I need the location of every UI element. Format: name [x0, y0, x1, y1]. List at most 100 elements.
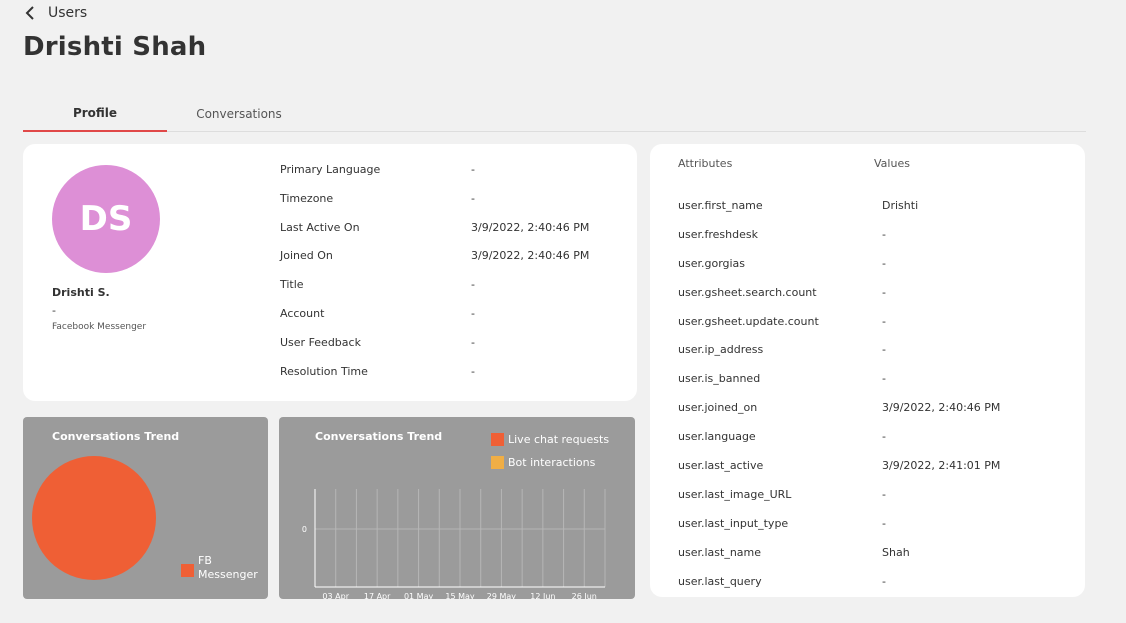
attribute-row: user.last_query - [678, 575, 1078, 597]
profile-subtitle: - [52, 304, 56, 317]
attribute-row: user.is_banned - [678, 372, 1078, 401]
attribute-key: user.gsheet.update.count [678, 314, 819, 328]
chevron-left-icon [25, 6, 34, 20]
profile-name: Drishti S. [52, 286, 110, 299]
profile-field-row: Resolution Time - [280, 365, 620, 394]
attribute-key: user.gsheet.search.count [678, 285, 817, 299]
attribute-key: user.last_name [678, 545, 762, 559]
attribute-row: user.freshdesk - [678, 228, 1078, 257]
attribute-value: - [882, 516, 886, 530]
attribute-row: user.last_input_type - [678, 517, 1078, 546]
profile-field-row: Timezone - [280, 192, 620, 221]
pie-legend-swatch [181, 564, 194, 577]
attribute-key: user.joined_on [678, 401, 758, 415]
pie-chart-panel: Conversations Trend FB Messenger [23, 417, 268, 599]
attribute-value: - [882, 227, 886, 241]
profile-field-label: Timezone [280, 191, 334, 205]
profile-field-row: Last Active On 3/9/2022, 2:40:46 PM [280, 221, 620, 250]
page-title: Drishti Shah [23, 32, 207, 62]
attribute-row: user.last_image_URL - [678, 488, 1078, 517]
attribute-value: - [882, 372, 886, 386]
attribute-key: user.first_name [678, 199, 763, 212]
attribute-value: - [882, 430, 886, 444]
x-tick-label: 01 May [404, 592, 434, 599]
profile-field-value: - [471, 278, 475, 292]
profile-channel: Facebook Messenger [52, 322, 147, 332]
attribute-row: user.gsheet.search.count - [678, 286, 1078, 315]
legend-swatch-bot [491, 455, 504, 469]
legend-swatch-live-chat [491, 432, 504, 446]
attribute-value: - [882, 285, 886, 299]
pie-chart-title: Conversations Trend [52, 430, 180, 443]
profile-field-label: Joined On [280, 249, 333, 263]
attribute-row: user.last_active 3/9/2022, 2:41:01 PM [678, 459, 1078, 488]
profile-field-row: Primary Language - [280, 163, 620, 192]
attributes-header: Attributes [678, 157, 733, 170]
attribute-value: Shah [882, 545, 910, 559]
legend-item-bot[interactable]: Bot interactions [491, 455, 609, 469]
tab-bar: Profile Conversations [23, 96, 1086, 132]
profile-field-label: Last Active On [280, 220, 360, 234]
attribute-value: - [882, 574, 886, 588]
attribute-row: user.gsheet.update.count - [678, 315, 1078, 344]
profile-card: DS Drishti S. - Facebook Messenger Prima… [23, 144, 637, 401]
tab-profile[interactable]: Profile [23, 96, 167, 132]
attribute-value: Drishti [882, 199, 919, 212]
attribute-key: user.last_input_type [678, 516, 789, 530]
attribute-row: user.language - [678, 430, 1078, 459]
profile-field-row: User Feedback - [280, 336, 620, 365]
profile-field-label: Resolution Time [280, 364, 368, 378]
attribute-value: 3/9/2022, 2:40:46 PM [882, 401, 1001, 415]
attribute-key: user.ip_address [678, 343, 764, 357]
attribute-key: user.is_banned [678, 372, 761, 386]
profile-field-row: Joined On 3/9/2022, 2:40:46 PM [280, 249, 620, 278]
tab-conversations[interactable]: Conversations [167, 96, 311, 132]
values-header: Values [874, 157, 910, 170]
attribute-value: 3/9/2022, 2:41:01 PM [882, 459, 1001, 473]
profile-field-label: Title [280, 278, 304, 292]
back-to-users-link[interactable]: Users [24, 5, 87, 21]
profile-field-label: User Feedback [280, 335, 361, 349]
profile-field-value: - [471, 335, 475, 349]
profile-fields: Primary Language - Timezone - Last Active On… [280, 163, 620, 393]
pie-legend: FB Messenger [181, 554, 268, 582]
x-tick-label: 12 Jun [530, 592, 555, 599]
attribute-value: - [882, 343, 886, 357]
attribute-row: user.last_name Shah [678, 546, 1078, 575]
line-chart-panel: 0 03 Apr 17 Apr 01 May 15 May 29 May 12 Jun 26 … [279, 417, 635, 599]
profile-field-value: - [471, 163, 475, 176]
profile-field-value: - [471, 306, 475, 320]
attribute-row: user.ip_address - [678, 343, 1078, 372]
x-tick-label: 03 Apr [322, 592, 349, 599]
attribute-value: - [882, 256, 886, 270]
attribute-key: user.language [678, 430, 756, 444]
attribute-value: - [882, 487, 886, 501]
profile-field-label: Primary Language [280, 163, 381, 176]
pie-legend-label: FB Messenger [198, 554, 258, 581]
profile-field-value: 3/9/2022, 2:40:46 PM [471, 220, 590, 234]
x-tick-label: 15 May [445, 592, 475, 599]
attribute-key: user.gorgias [678, 256, 746, 270]
legend-item-live-chat[interactable]: Live chat requests [491, 432, 609, 446]
profile-field-value: 3/9/2022, 2:40:46 PM [471, 249, 590, 263]
attribute-row: user.gorgias - [678, 257, 1078, 286]
attributes-card[interactable]: Attributes Values user.first_name Drishti… [650, 144, 1085, 597]
avatar: DS [52, 165, 160, 273]
x-tick-label: 26 Jun [572, 592, 597, 599]
attribute-key: user.freshdesk [678, 227, 758, 241]
profile-field-row: Title - [280, 278, 620, 307]
attribute-row: user.first_name Drishti [678, 199, 1078, 228]
attributes-list: user.first_name Drishti user.freshdesk - use… [678, 199, 1078, 597]
pie-slice-fb-messenger[interactable] [32, 456, 156, 580]
x-tick-label: 29 May [487, 592, 517, 599]
line-legend: Live chat requests Bot interactions [491, 432, 609, 478]
back-label: Users [48, 5, 88, 21]
attribute-key: user.last_image_URL [678, 487, 792, 501]
profile-field-label: Account [280, 306, 325, 320]
attribute-key: user.last_active [678, 459, 764, 473]
profile-field-value: - [471, 364, 475, 378]
attribute-value: - [882, 314, 886, 328]
profile-field-row: Account - [280, 307, 620, 336]
legend-label-bot: Bot interactions [508, 455, 596, 469]
x-tick-label: 17 Apr [364, 592, 391, 599]
